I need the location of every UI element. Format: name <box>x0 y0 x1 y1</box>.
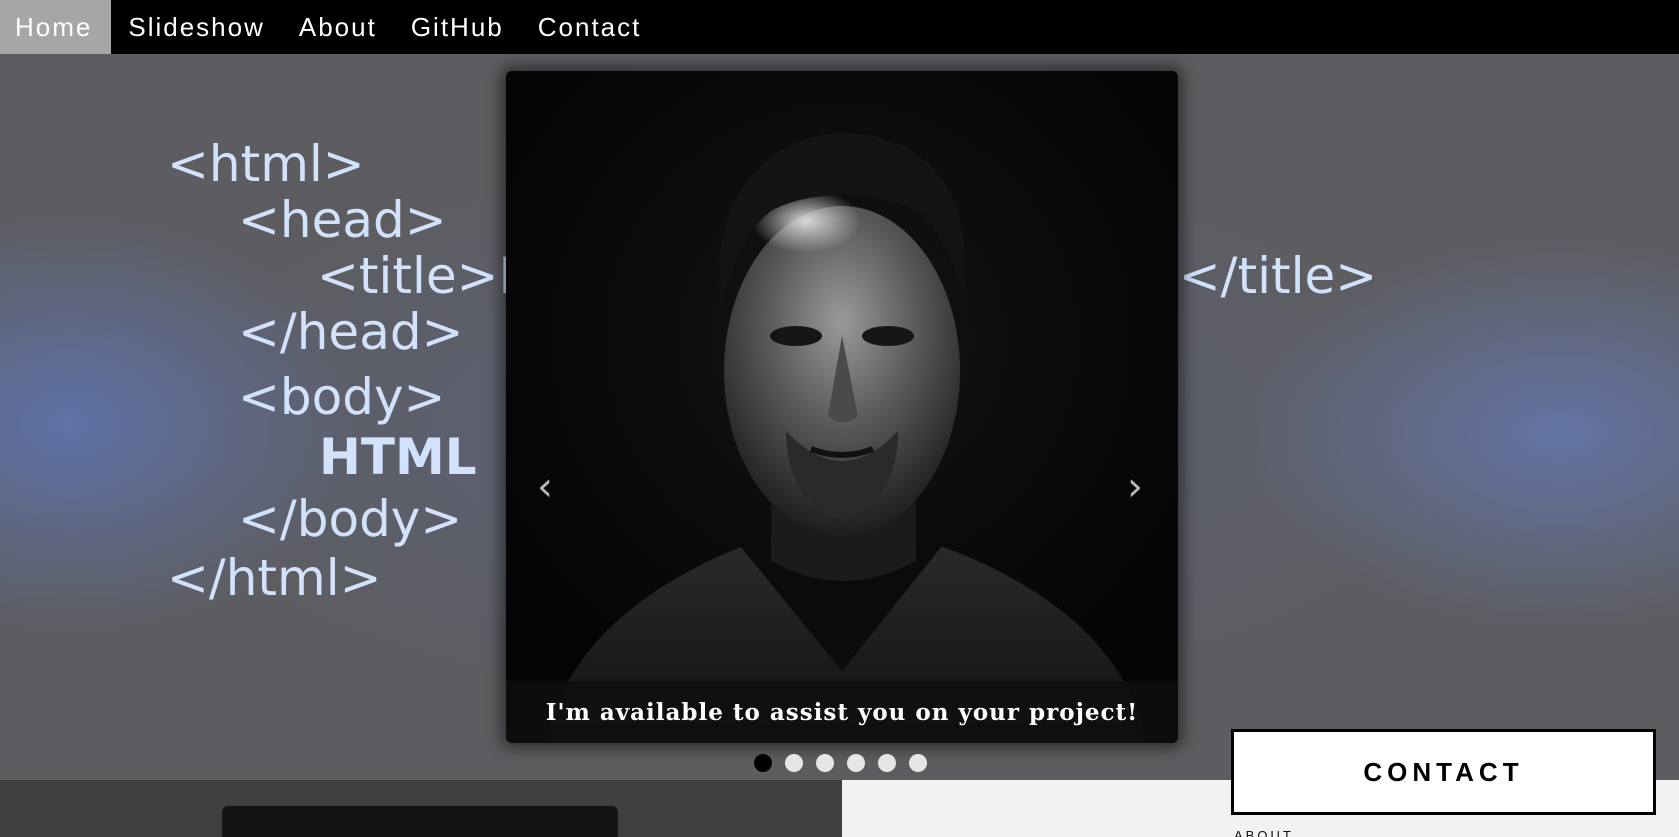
portrait-photo <box>506 71 1178 743</box>
slide-caption: I'm available to assist you on your proj… <box>545 698 1139 726</box>
about-heading: ABOUT <box>1234 828 1294 837</box>
nav-about[interactable]: About <box>282 0 394 54</box>
slideshow-dot-6[interactable] <box>909 754 927 772</box>
code-html-open: <html> <box>167 135 365 193</box>
code-title-close: e</title> <box>1148 247 1378 305</box>
slideshow-dot-5[interactable] <box>878 754 896 772</box>
nav-slideshow[interactable]: Slideshow <box>111 0 282 54</box>
code-head-open: <head> <box>238 191 447 249</box>
nav-home[interactable]: Home <box>0 0 112 54</box>
code-html-close: </html> <box>167 549 382 607</box>
slideshow-dots <box>754 754 927 772</box>
contact-button-label: CONTACT <box>1363 756 1524 787</box>
slideshow-next-arrow[interactable]: › <box>1127 467 1143 507</box>
slide-caption-bar: I'm available to assist you on your proj… <box>506 681 1178 743</box>
slideshow-dot-2[interactable] <box>785 754 803 772</box>
contact-button[interactable]: CONTACT <box>1231 729 1656 815</box>
about-photo-thumbnail <box>222 806 618 837</box>
slideshow-prev-arrow[interactable]: ‹ <box>537 467 553 507</box>
slideshow-dot-1[interactable] <box>754 754 772 772</box>
slideshow-dot-4[interactable] <box>847 754 865 772</box>
code-body-text: HTML <box>319 428 477 486</box>
top-navigation: Home Slideshow About GitHub Contact <box>0 0 1679 54</box>
code-body-close: </body> <box>238 490 463 548</box>
code-body-open: <body> <box>238 368 446 426</box>
slideshow: ‹ › I'm available to assist you on your … <box>506 71 1178 743</box>
code-head-close: </head> <box>238 303 464 361</box>
code-title-open: <title>H <box>317 247 537 305</box>
nav-github[interactable]: GitHub <box>394 0 521 54</box>
nav-contact[interactable]: Contact <box>521 0 659 54</box>
slideshow-dot-3[interactable] <box>816 754 834 772</box>
